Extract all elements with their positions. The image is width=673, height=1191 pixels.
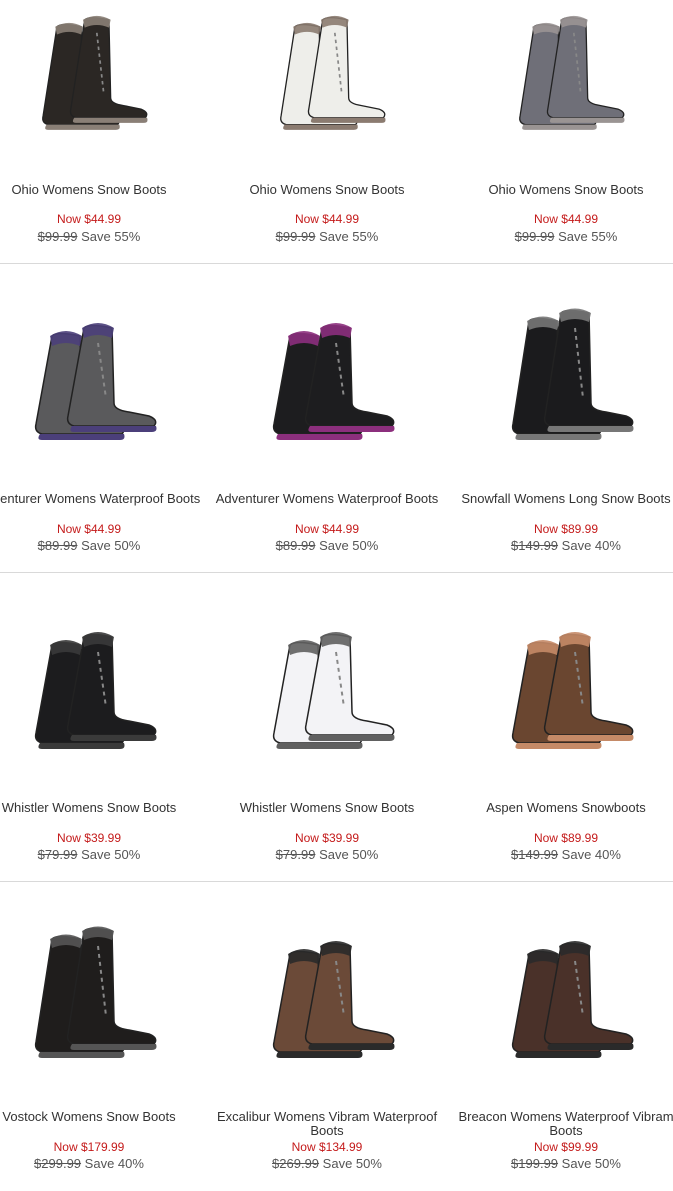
- original-price: $89.99: [275, 538, 316, 553]
- savings-text: Save 50%: [319, 847, 379, 862]
- row-divider: [0, 572, 673, 573]
- product-row: Whistler Womens Snow Boots Now $39.99 $79.…: [0, 573, 673, 882]
- original-price: $299.99: [34, 1156, 82, 1171]
- original-price: $149.99: [511, 538, 559, 553]
- row-divider: [0, 881, 673, 882]
- sale-price: Now $89.99: [533, 831, 599, 845]
- original-price-row: $149.99 Save 40%: [446, 847, 673, 862]
- product-name-link[interactable]: Adventurer Womens Waterproof Boots: [207, 492, 447, 506]
- sale-price: Now $44.99: [294, 522, 360, 536]
- savings-text: Save 40%: [561, 847, 621, 862]
- original-price-row: $269.99 Save 50%: [207, 1156, 447, 1171]
- original-price: $99.99: [514, 229, 555, 244]
- product-card[interactable]: Excalibur Womens Vibram Waterproof Boots…: [207, 882, 447, 1182]
- product-row: Vostock Womens Snow Boots Now $179.99 $299…: [0, 882, 673, 1191]
- product-card[interactable]: Adventurer Womens Waterproof Boots Now $4…: [0, 264, 209, 564]
- row-divider: [0, 263, 673, 264]
- original-price-row: $199.99 Save 50%: [446, 1156, 673, 1171]
- product-name-link[interactable]: Whistler Womens Snow Boots: [0, 801, 209, 815]
- product-card[interactable]: Whistler Womens Snow Boots Now $39.99 $79.…: [207, 573, 447, 873]
- savings-text: Save 50%: [322, 1156, 382, 1171]
- hiking-boot-brown-icon[interactable]: [252, 922, 402, 1072]
- sale-price: Now $44.99: [56, 212, 122, 226]
- snow-boot-black-icon[interactable]: [14, 12, 164, 142]
- savings-text: Save 40%: [561, 538, 621, 553]
- snow-boot-white-icon[interactable]: [252, 613, 402, 763]
- sale-price: Now $179.99: [53, 1140, 125, 1154]
- original-price-row: $99.99 Save 55%: [207, 229, 447, 244]
- savings-text: Save 50%: [561, 1156, 621, 1171]
- original-price-row: $99.99 Save 55%: [446, 229, 673, 244]
- original-price: $79.99: [37, 847, 78, 862]
- savings-text: Save 55%: [81, 229, 141, 244]
- original-price: $99.99: [37, 229, 78, 244]
- product-card[interactable]: Aspen Womens Snowboots Now $89.99 $149.99 …: [446, 573, 673, 873]
- snow-boot-white-icon[interactable]: [252, 12, 402, 142]
- hiking-boot-black-icon[interactable]: [252, 304, 402, 454]
- original-price-row: $89.99 Save 50%: [0, 538, 209, 553]
- original-price-row: $149.99 Save 40%: [446, 538, 673, 553]
- savings-text: Save 55%: [558, 229, 618, 244]
- product-name-link[interactable]: Ohio Womens Snow Boots: [446, 183, 673, 197]
- sale-price: Now $44.99: [294, 212, 360, 226]
- savings-text: Save 50%: [319, 538, 379, 553]
- hiking-boot-grey-icon[interactable]: [14, 304, 164, 454]
- snow-boot-grey-icon[interactable]: [491, 12, 641, 142]
- sale-price: Now $134.99: [291, 1140, 363, 1154]
- original-price: $269.99: [272, 1156, 320, 1171]
- sale-price: Now $39.99: [56, 831, 122, 845]
- savings-text: Save 55%: [319, 229, 379, 244]
- product-card[interactable]: Breacon Womens Waterproof Vibram Boots No…: [446, 882, 673, 1182]
- product-card[interactable]: Snowfall Womens Long Snow Boots Now $89.9…: [446, 264, 673, 564]
- savings-text: Save 40%: [84, 1156, 144, 1171]
- original-price: $89.99: [37, 538, 78, 553]
- snow-boot-black-icon[interactable]: [14, 613, 164, 763]
- original-price-row: $299.99 Save 40%: [0, 1156, 209, 1171]
- product-name-link[interactable]: Whistler Womens Snow Boots: [207, 801, 447, 815]
- product-card[interactable]: Adventurer Womens Waterproof Boots Now $4…: [207, 264, 447, 564]
- long-snow-boot-icon[interactable]: [491, 304, 641, 454]
- original-price: $79.99: [275, 847, 316, 862]
- product-card[interactable]: Ohio Womens Snow Boots Now $44.99 $99.99 S…: [0, 0, 209, 300]
- product-card[interactable]: Ohio Womens Snow Boots Now $44.99 $99.99 S…: [446, 0, 673, 300]
- sale-price: Now $44.99: [533, 212, 599, 226]
- hiking-boot-brown-icon[interactable]: [491, 922, 641, 1072]
- savings-text: Save 50%: [81, 847, 141, 862]
- product-name-link[interactable]: Adventurer Womens Waterproof Boots: [0, 492, 209, 506]
- product-name-link[interactable]: Aspen Womens Snowboots: [446, 801, 673, 815]
- sale-price: Now $99.99: [533, 1140, 599, 1154]
- product-row: Adventurer Womens Waterproof Boots Now $4…: [0, 264, 673, 573]
- product-name-link[interactable]: Breacon Womens Waterproof Vibram Boots: [446, 1110, 673, 1138]
- sale-price: Now $89.99: [533, 522, 599, 536]
- original-price: $99.99: [275, 229, 316, 244]
- original-price-row: $89.99 Save 50%: [207, 538, 447, 553]
- product-name-link[interactable]: Ohio Womens Snow Boots: [0, 183, 209, 197]
- product-name-link[interactable]: Ohio Womens Snow Boots: [207, 183, 447, 197]
- original-price-row: $99.99 Save 55%: [0, 229, 209, 244]
- original-price-row: $79.99 Save 50%: [207, 847, 447, 862]
- snow-boot-black-icon[interactable]: [14, 922, 164, 1072]
- original-price: $199.99: [511, 1156, 559, 1171]
- product-card[interactable]: Vostock Womens Snow Boots Now $179.99 $299…: [0, 882, 209, 1182]
- product-name-link[interactable]: Vostock Womens Snow Boots: [0, 1110, 209, 1124]
- product-card[interactable]: Whistler Womens Snow Boots Now $39.99 $79.…: [0, 573, 209, 873]
- sale-price: Now $44.99: [56, 522, 122, 536]
- original-price-row: $79.99 Save 50%: [0, 847, 209, 862]
- product-card[interactable]: Ohio Womens Snow Boots Now $44.99 $99.99 S…: [207, 0, 447, 300]
- savings-text: Save 50%: [81, 538, 141, 553]
- sale-price: Now $39.99: [294, 831, 360, 845]
- product-name-link[interactable]: Snowfall Womens Long Snow Boots: [446, 492, 673, 506]
- snow-boot-brown-icon[interactable]: [491, 613, 641, 763]
- product-name-link[interactable]: Excalibur Womens Vibram Waterproof Boots: [207, 1110, 447, 1138]
- original-price: $149.99: [511, 847, 559, 862]
